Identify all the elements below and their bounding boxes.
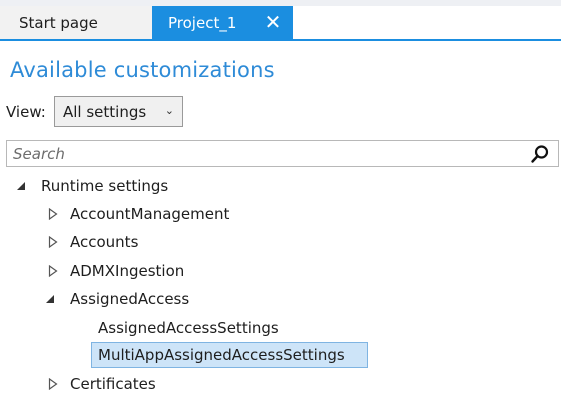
collapsed-arrow-icon[interactable] bbox=[47, 378, 59, 390]
view-dropdown[interactable]: All settings ⌄ bbox=[54, 96, 183, 127]
collapsed-arrow-icon[interactable] bbox=[47, 236, 59, 248]
tree-node-multiappassignedaccesssettings[interactable]: MultiAppAssignedAccessSettings bbox=[98, 343, 345, 367]
page-title: Available customizations bbox=[10, 58, 275, 82]
tree-node-runtime-settings[interactable]: Runtime settings bbox=[41, 174, 168, 198]
tree-node-label: AssignedAccessSettings bbox=[98, 319, 279, 337]
tab-project-1-label: Project_1 bbox=[168, 13, 237, 32]
tree-node-accountmanagement[interactable]: AccountManagement bbox=[70, 202, 229, 226]
search-box[interactable] bbox=[6, 140, 559, 167]
tab-strip: Start page Project_1 ✕ bbox=[0, 0, 561, 41]
tree-node-label: AssignedAccess bbox=[70, 290, 190, 308]
expanded-arrow-icon[interactable] bbox=[15, 180, 27, 192]
tree-node-label: Accounts bbox=[70, 233, 139, 251]
tree-node-label: Runtime settings bbox=[41, 177, 169, 195]
tree-node-admxingestion[interactable]: ADMXIngestion bbox=[70, 259, 184, 283]
search-icon[interactable] bbox=[530, 144, 550, 164]
chevron-down-icon: ⌄ bbox=[164, 104, 174, 117]
expanded-arrow-icon[interactable] bbox=[44, 293, 56, 305]
tab-underline bbox=[0, 39, 561, 41]
search-input[interactable] bbox=[7, 141, 517, 166]
tree-node-assignedaccess[interactable]: AssignedAccess bbox=[70, 287, 189, 311]
tree-node-label: Certificates bbox=[70, 375, 156, 393]
tree-node-label: MultiAppAssignedAccessSettings bbox=[98, 346, 345, 364]
collapsed-arrow-icon[interactable] bbox=[47, 208, 59, 220]
tree-node-certificates[interactable]: Certificates bbox=[70, 372, 156, 396]
view-label: View: bbox=[6, 103, 46, 121]
tree-node-assignedaccesssettings[interactable]: AssignedAccessSettings bbox=[98, 316, 279, 340]
tab-start-page-label: Start page bbox=[19, 13, 98, 32]
tree-node-accounts[interactable]: Accounts bbox=[70, 230, 138, 254]
collapsed-arrow-icon[interactable] bbox=[47, 265, 59, 277]
tree-node-label: ADMXIngestion bbox=[70, 262, 185, 280]
close-icon[interactable]: ✕ bbox=[263, 10, 283, 34]
tab-project-1[interactable]: Project_1 ✕ bbox=[152, 6, 293, 39]
tree-node-label: AccountManagement bbox=[70, 205, 230, 223]
tab-start-page[interactable]: Start page bbox=[0, 6, 152, 39]
view-dropdown-value: All settings bbox=[63, 102, 147, 121]
